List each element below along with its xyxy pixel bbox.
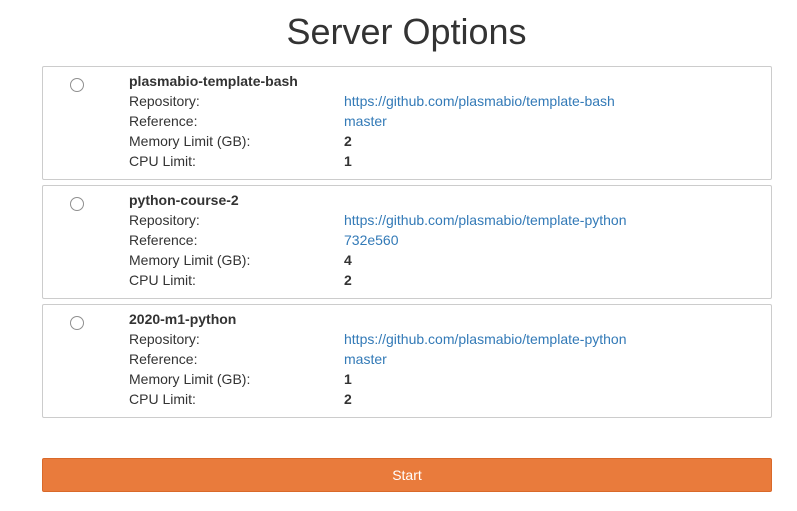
cpu-limit-value: 1: [344, 153, 352, 169]
repository-link[interactable]: https://github.com/plasmabio/template-py…: [344, 210, 627, 230]
reference-row: Reference: master: [129, 111, 769, 131]
server-option-radio[interactable]: [70, 78, 84, 92]
start-button[interactable]: Start: [42, 458, 772, 492]
repository-row: Repository: https://github.com/plasmabio…: [129, 91, 769, 111]
server-option-card[interactable]: python-course-2 Repository: https://gith…: [42, 185, 772, 299]
memory-limit-row: Memory Limit (GB): 4: [129, 250, 769, 270]
cpu-limit-label: CPU Limit:: [129, 272, 196, 288]
memory-limit-row: Memory Limit (GB): 1: [129, 369, 769, 389]
cpu-limit-value: 2: [344, 272, 352, 288]
memory-limit-label: Memory Limit (GB):: [129, 252, 251, 268]
cpu-limit-row: CPU Limit: 2: [129, 270, 769, 290]
server-option-name: plasmabio-template-bash: [129, 73, 298, 89]
server-option-radio[interactable]: [70, 197, 84, 211]
repository-row: Repository: https://github.com/plasmabio…: [129, 210, 769, 230]
server-option-name: 2020-m1-python: [129, 311, 237, 327]
memory-limit-value: 1: [344, 371, 352, 387]
cpu-limit-row: CPU Limit: 1: [129, 151, 769, 171]
cpu-limit-label: CPU Limit:: [129, 153, 196, 169]
reference-row: Reference: master: [129, 349, 769, 369]
server-option-card[interactable]: 2020-m1-python Repository: https://githu…: [42, 304, 772, 418]
repository-label: Repository:: [129, 93, 200, 109]
server-options-list: plasmabio-template-bash Repository: http…: [42, 66, 772, 423]
repository-label: Repository:: [129, 212, 200, 228]
page-title: Server Options: [286, 11, 527, 52]
cpu-limit-label: CPU Limit:: [129, 391, 196, 407]
server-option-card[interactable]: plasmabio-template-bash Repository: http…: [42, 66, 772, 180]
reference-label: Reference:: [129, 351, 198, 367]
repository-link[interactable]: https://github.com/plasmabio/template-ba…: [344, 91, 615, 111]
reference-label: Reference:: [129, 113, 198, 129]
memory-limit-row: Memory Limit (GB): 2: [129, 131, 769, 151]
cpu-limit-row: CPU Limit: 2: [129, 389, 769, 409]
cpu-limit-value: 2: [344, 391, 352, 407]
reference-row: Reference: 732e560: [129, 230, 769, 250]
reference-link[interactable]: 732e560: [344, 230, 399, 250]
memory-limit-value: 4: [344, 252, 352, 268]
repository-row: Repository: https://github.com/plasmabio…: [129, 329, 769, 349]
repository-link[interactable]: https://github.com/plasmabio/template-py…: [344, 329, 627, 349]
reference-label: Reference:: [129, 232, 198, 248]
server-option-radio[interactable]: [70, 316, 84, 330]
reference-link[interactable]: master: [344, 349, 387, 369]
repository-label: Repository:: [129, 331, 200, 347]
memory-limit-label: Memory Limit (GB):: [129, 371, 251, 387]
reference-link[interactable]: master: [344, 111, 387, 131]
memory-limit-value: 2: [344, 133, 352, 149]
memory-limit-label: Memory Limit (GB):: [129, 133, 251, 149]
server-option-name: python-course-2: [129, 192, 239, 208]
